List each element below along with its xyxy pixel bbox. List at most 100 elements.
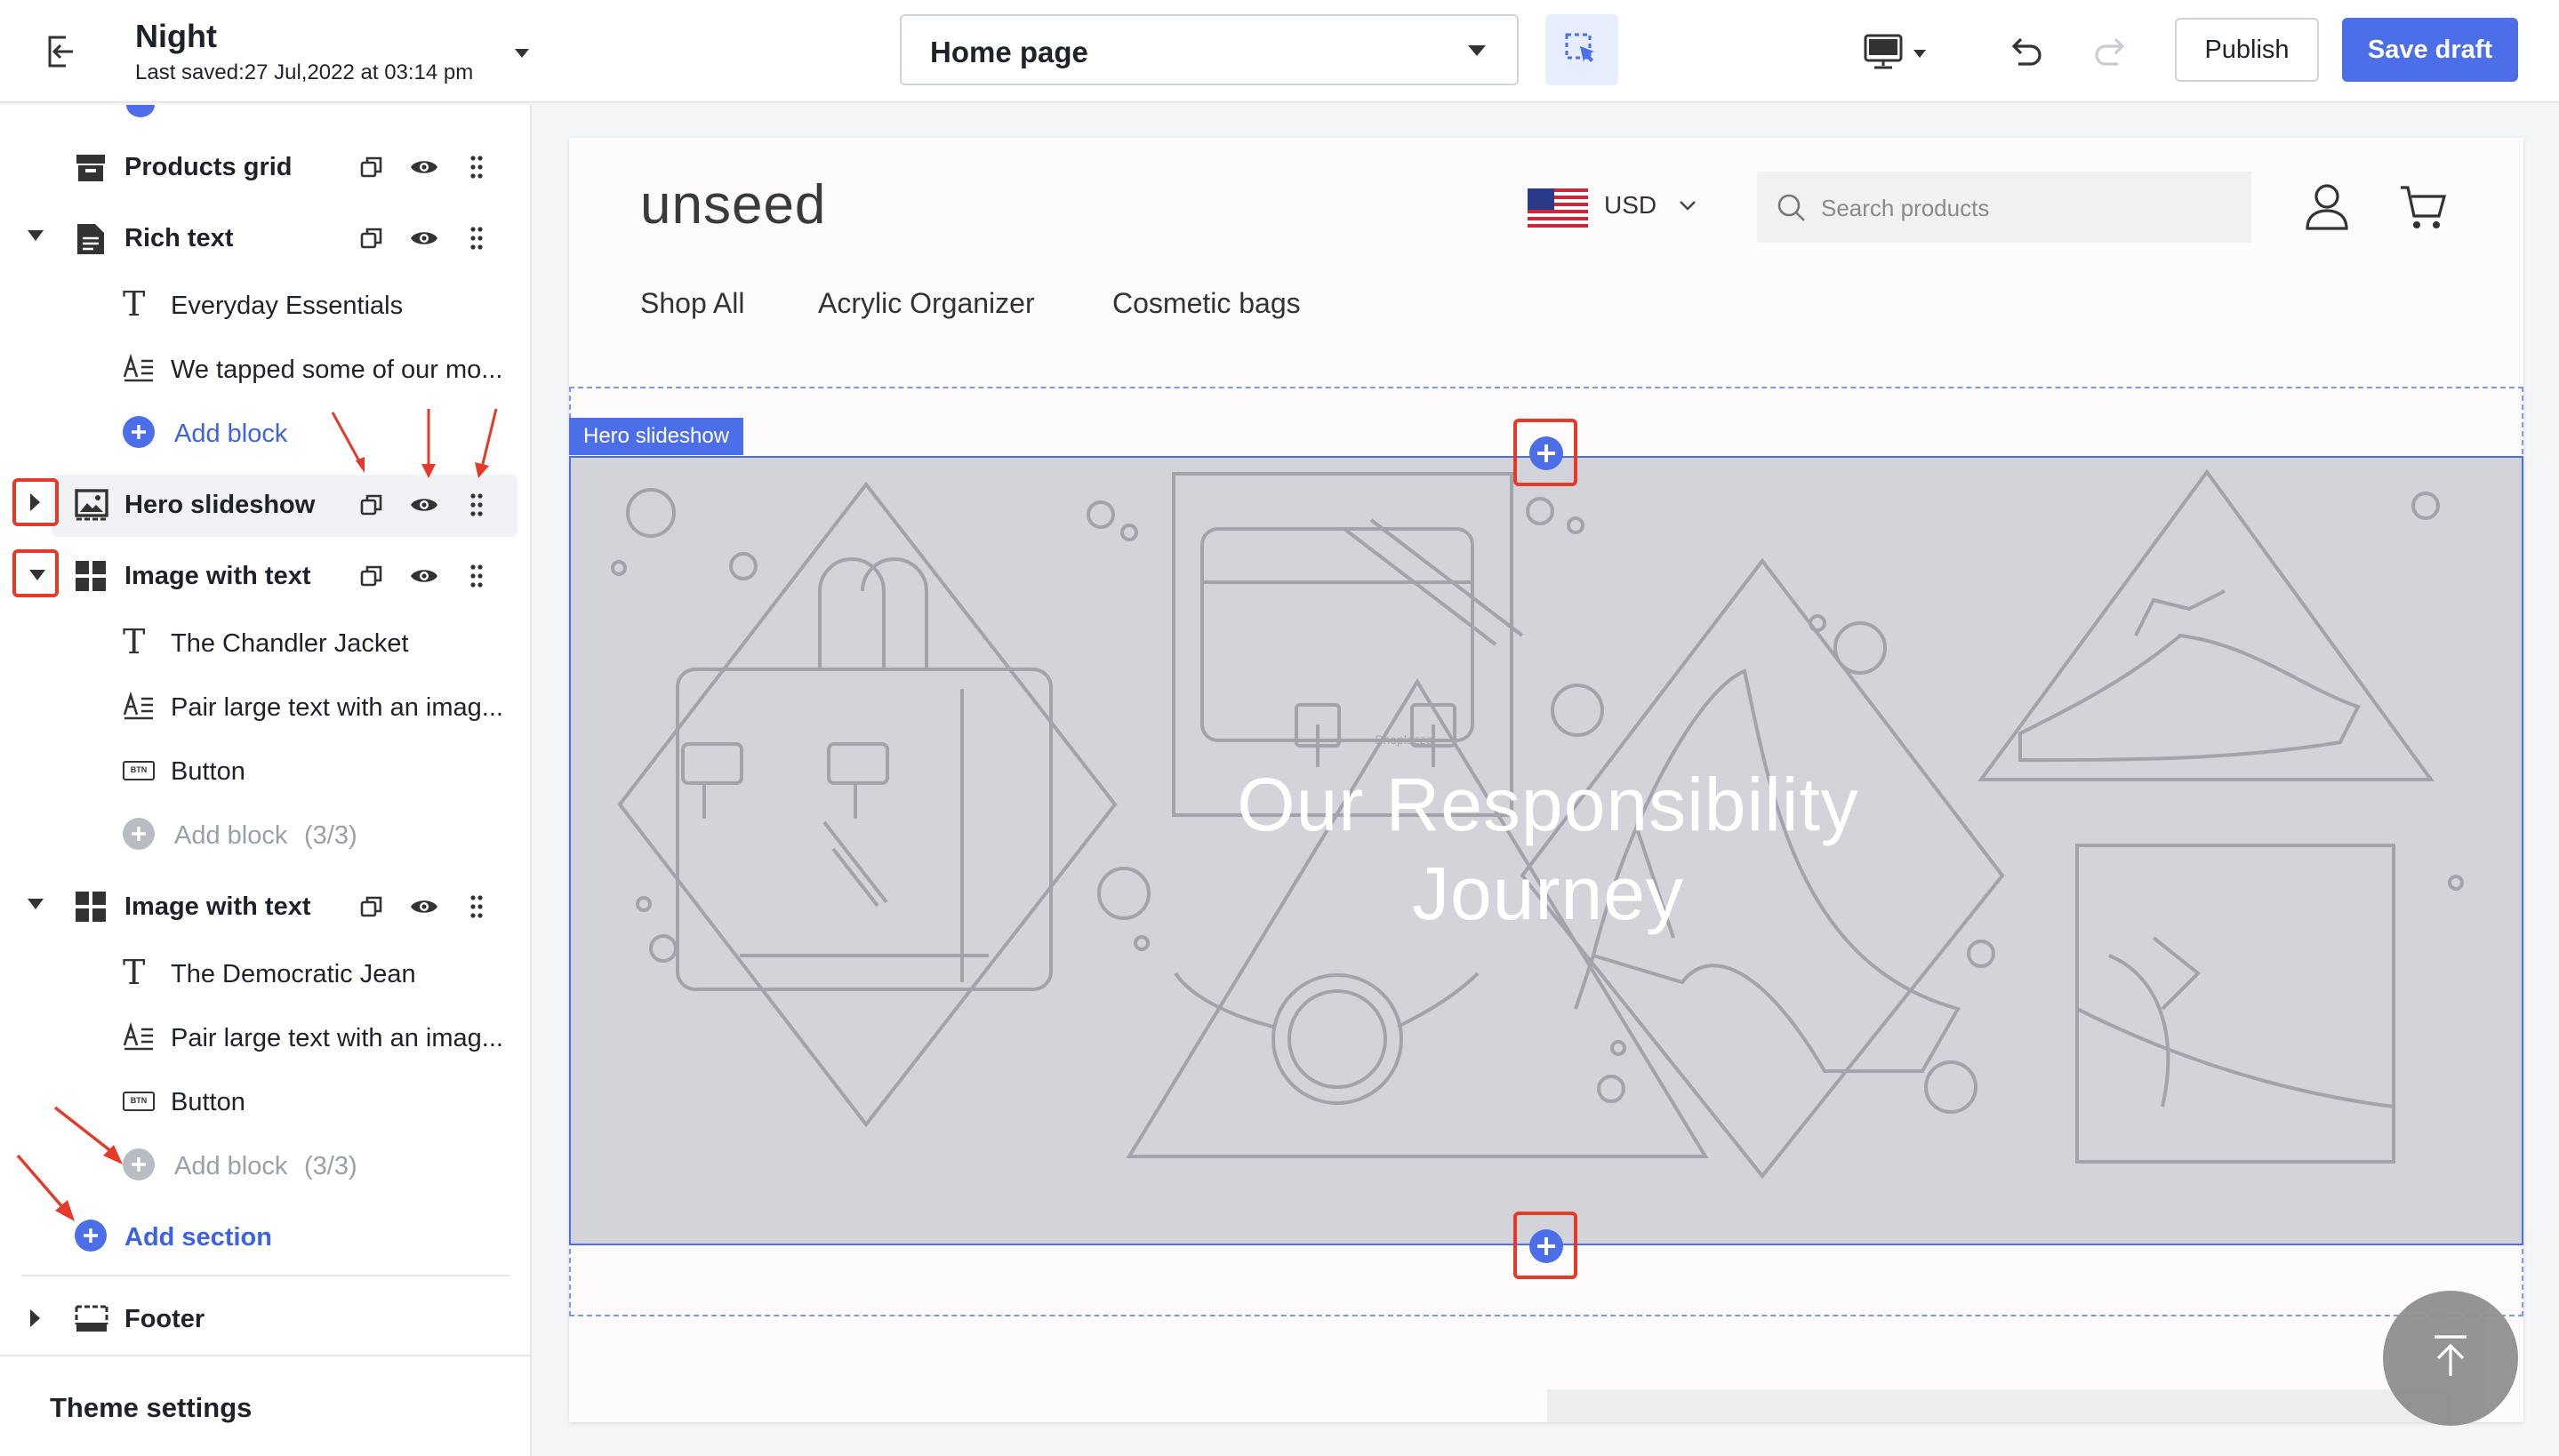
add-block-count: (3/3) xyxy=(304,1152,357,1180)
block-item[interactable]: BTN Button xyxy=(0,740,530,804)
device-switcher[interactable] xyxy=(1864,32,1931,71)
theme-settings-link[interactable]: Theme settings xyxy=(50,1392,252,1424)
store-logo[interactable]: unseed xyxy=(640,173,826,236)
duplicate-icon[interactable] xyxy=(359,155,384,180)
us-flag-icon[interactable] xyxy=(1528,188,1588,228)
chevron-down-icon[interactable] xyxy=(1679,200,1697,211)
slideshow-image-icon xyxy=(75,489,108,521)
eye-icon[interactable] xyxy=(409,894,439,919)
block-label: Pair large text with an imag... xyxy=(171,693,503,722)
section-image-with-text[interactable]: Image with text xyxy=(0,544,530,608)
heading-icon: T xyxy=(123,284,146,324)
block-item[interactable]: Pair large text with an imag... xyxy=(0,676,530,740)
inspect-button[interactable] xyxy=(1545,14,1618,85)
search-icon xyxy=(1777,194,1805,221)
paragraph-icon xyxy=(123,692,153,720)
section-image-with-text[interactable]: Image with text xyxy=(0,875,530,939)
annotation-arrow-icon xyxy=(421,409,436,478)
caret-down-icon[interactable] xyxy=(27,898,44,910)
search-input[interactable]: Search products xyxy=(1757,172,2251,243)
block-item[interactable]: T The Chandler Jacket xyxy=(0,612,530,676)
add-block-button[interactable]: Add block xyxy=(0,402,530,466)
add-icon xyxy=(123,818,155,850)
caret-right-icon[interactable] xyxy=(28,1308,41,1328)
back-to-top-button[interactable] xyxy=(2383,1291,2518,1426)
page-select[interactable]: Home page xyxy=(900,14,1519,85)
eye-icon[interactable] xyxy=(409,492,439,517)
section-tag: Hero slideshow xyxy=(569,418,744,455)
annotation-box xyxy=(12,549,59,597)
nav-link-shop-all[interactable]: Shop All xyxy=(640,287,744,320)
add-block-count: (3/3) xyxy=(304,821,357,850)
duplicate-icon[interactable] xyxy=(359,564,384,588)
store-preview: unseed USD Search products Shop All Acry… xyxy=(569,138,2523,1422)
grid-layout-icon xyxy=(76,892,106,922)
hero-slideshow[interactable]: Shoplazza Our Responsibility Journey xyxy=(569,456,2523,1245)
redo-icon[interactable] xyxy=(2093,32,2132,71)
editor-toolbar: Night Last saved:27 Jul,2022 at 03:14 pm… xyxy=(0,0,2559,103)
inspect-cursor-icon xyxy=(1565,33,1594,62)
drag-handle-icon[interactable] xyxy=(469,894,484,919)
block-label: Everyday Essentials xyxy=(171,292,404,320)
caret-down-icon[interactable] xyxy=(27,229,44,242)
add-icon xyxy=(1529,436,1563,470)
cart-icon[interactable] xyxy=(2399,182,2447,232)
add-block-button[interactable]: Add block (3/3) xyxy=(0,804,530,868)
section-label: Footer xyxy=(124,1305,205,1333)
desktop-icon xyxy=(1864,34,1926,69)
divider xyxy=(0,1355,530,1356)
heading-icon: T xyxy=(123,953,146,992)
section-products-grid[interactable]: Products grid xyxy=(0,135,530,199)
section-label: Image with text xyxy=(124,892,311,921)
eye-icon[interactable] xyxy=(409,226,439,251)
block-item[interactable]: We tapped some of our mo... xyxy=(0,338,530,402)
eye-icon[interactable] xyxy=(409,564,439,588)
user-account-icon[interactable] xyxy=(2303,182,2351,232)
nav-link-cosmetic-bags[interactable]: Cosmetic bags xyxy=(1112,287,1301,320)
theme-name: Night xyxy=(135,18,217,54)
block-label: We tapped some of our mo... xyxy=(171,356,503,384)
eye-icon[interactable] xyxy=(409,155,439,180)
add-icon[interactable] xyxy=(126,105,155,117)
currency-selector[interactable]: USD xyxy=(1604,191,1657,220)
add-section-above-button[interactable] xyxy=(1513,419,1577,486)
nav-link-acrylic-organizer[interactable]: Acrylic Organizer xyxy=(818,287,1035,320)
hero-title: Our Responsibility Journey xyxy=(571,760,2522,938)
duplicate-icon[interactable] xyxy=(359,226,384,251)
block-item[interactable]: T Everyday Essentials xyxy=(0,274,530,338)
exit-icon xyxy=(48,36,73,68)
chevron-down-icon[interactable] xyxy=(514,48,530,59)
drag-handle-icon[interactable] xyxy=(469,155,484,180)
duplicate-icon[interactable] xyxy=(359,894,384,919)
section-footer[interactable]: Footer xyxy=(0,1287,530,1351)
arrow-up-icon xyxy=(2435,1335,2467,1376)
block-label: Pair large text with an imag... xyxy=(171,1024,503,1052)
chevron-down-icon xyxy=(1468,45,1486,56)
block-label: The Chandler Jacket xyxy=(171,629,409,658)
drag-handle-icon[interactable] xyxy=(469,564,484,588)
section-hero-slideshow[interactable]: Hero slideshow xyxy=(0,473,530,537)
paragraph-icon xyxy=(123,1022,153,1051)
duplicate-icon[interactable] xyxy=(359,492,384,517)
add-section-label: Add section xyxy=(124,1223,272,1252)
section-label: Image with text xyxy=(124,562,311,590)
block-label: Button xyxy=(171,1088,245,1116)
heading-icon: T xyxy=(123,622,146,661)
undo-icon[interactable] xyxy=(2004,32,2043,71)
publish-button[interactable]: Publish xyxy=(2175,18,2319,82)
add-icon xyxy=(1529,1229,1563,1263)
section-label: Hero slideshow xyxy=(124,491,316,519)
annotation-arrow-icon xyxy=(475,408,498,478)
save-draft-button[interactable]: Save draft xyxy=(2342,18,2518,82)
exit-button[interactable] xyxy=(41,32,80,71)
block-item[interactable]: Pair large text with an imag... xyxy=(0,1006,530,1070)
add-block-label: Add block xyxy=(174,1152,288,1180)
drag-handle-icon[interactable] xyxy=(469,492,484,517)
drag-handle-icon[interactable] xyxy=(469,226,484,251)
add-block-label: Add block xyxy=(174,821,288,850)
add-block-label: Add block xyxy=(174,420,288,448)
add-section-below-button[interactable] xyxy=(1513,1212,1577,1279)
block-item[interactable]: T The Democratic Jean xyxy=(0,942,530,1006)
section-rich-text[interactable]: Rich text xyxy=(0,206,530,270)
block-label: Button xyxy=(171,757,245,786)
